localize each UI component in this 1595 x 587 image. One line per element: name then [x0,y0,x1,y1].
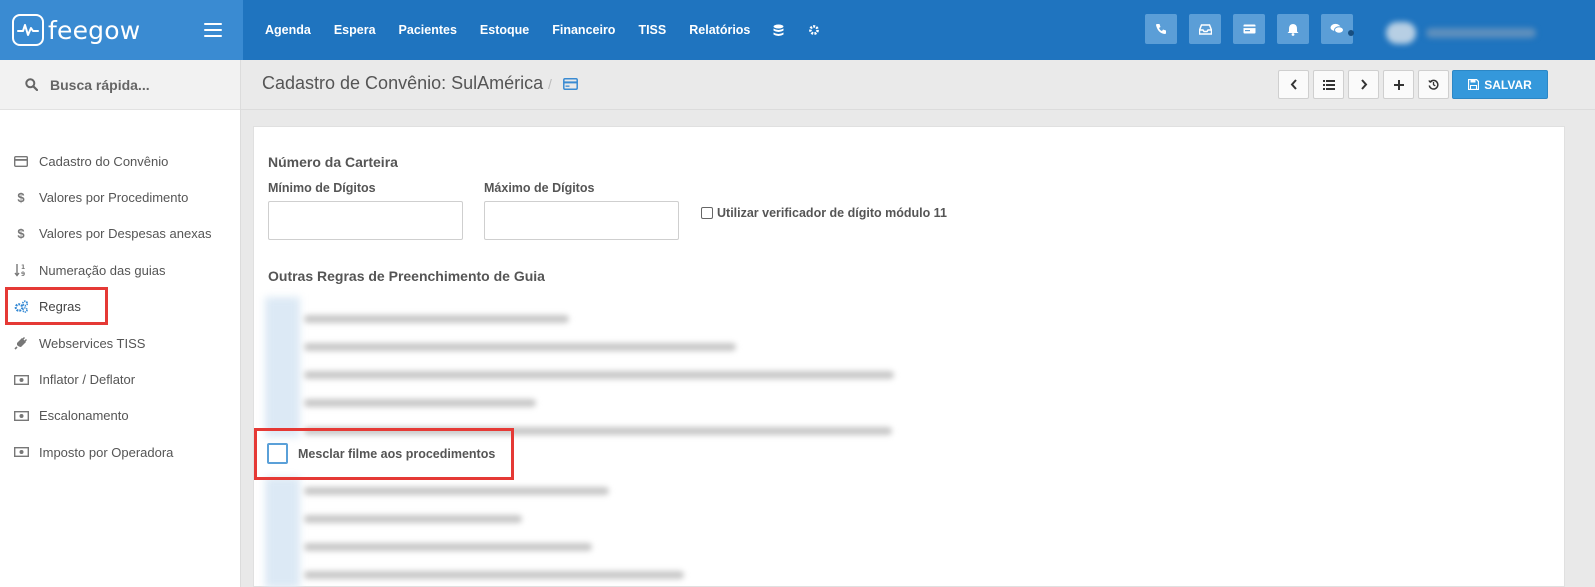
list-button[interactable] [1313,70,1344,99]
record-nav-buttons [1278,70,1453,99]
nav-pacientes[interactable]: Pacientes [399,23,457,37]
redacted-rule-line [304,543,592,551]
previous-button[interactable] [1278,70,1309,99]
redacted-rule-line [304,399,536,407]
chevron-right-icon [1360,79,1367,90]
nav-tiss[interactable]: TISS [638,23,666,37]
sidebar-item-label: Inflator / Deflator [39,372,136,388]
page-title: Cadastro de Convênio: SulAmérica [262,73,544,93]
sidebar: Busca rápida... Cadastro do Convênio $ V… [0,60,241,587]
main-nav: Agenda Espera Pacientes Estoque Financei… [265,0,844,60]
nav-agenda[interactable]: Agenda [265,23,311,37]
avatar[interactable] [1386,22,1416,44]
search-icon [25,78,38,91]
save-button[interactable]: SALVAR [1452,70,1548,99]
redacted-checkbox-column [265,297,300,437]
top-navbar: Agenda Espera Pacientes Estoque Financei… [243,0,1595,60]
highlight-box-mesclar [254,428,514,480]
credit-card-icon [563,77,578,95]
sidebar-item-label: Webservices TISS [39,335,146,351]
sidebar-item-label: Valores por Despesas anexas [39,226,212,242]
sidebar-item-numeracao[interactable]: 19 Numeração das guias [0,252,240,288]
chevron-left-icon [1290,79,1297,90]
redacted-rule-line [304,571,684,579]
dollar-icon: $ [17,226,25,242]
max-digits-input[interactable] [484,201,679,240]
sidebar-item-valores-despesas[interactable]: $ Valores por Despesas anexas [0,216,240,252]
sort-numeric-icon: 19 [13,262,29,278]
mod11-checkbox-box[interactable] [701,207,713,219]
logo-icon [12,14,44,46]
mod11-checkbox[interactable]: Utilizar verificador de dígito módulo 11 [701,206,947,220]
database-icon[interactable] [773,24,784,37]
sidebar-item-label: Imposto por Operadora [39,444,174,460]
sidebar-item-escalonamento[interactable]: Escalonamento [0,398,240,434]
sidebar-item-webservices[interactable]: Webservices TISS [0,325,240,361]
sidebar-item-label: Valores por Procedimento [39,190,189,206]
nav-estoque[interactable]: Estoque [480,23,529,37]
money-icon [13,408,29,424]
top-action-buttons [1145,14,1365,44]
redacted-rule-line [304,343,736,351]
search-input[interactable]: Busca rápida... [50,77,150,93]
sidebar-item-valores-procedimento[interactable]: $ Valores por Procedimento [0,179,240,215]
sidebar-item-imposto[interactable]: Imposto por Operadora [0,434,240,470]
nav-espera[interactable]: Espera [334,23,376,37]
sidebar-item-label: Numeração das guias [39,262,166,278]
sidebar-item-cadastro[interactable]: Cadastro do Convênio [0,143,240,179]
breadcrumb-separator: / [548,76,552,92]
history-icon [1428,79,1439,90]
nav-relatorios[interactable]: Relatórios [689,23,750,37]
dollar-icon: $ [17,190,25,206]
redacted-checkbox-column [265,477,300,587]
hamburger-menu-icon[interactable] [204,23,222,37]
user-menu[interactable] [1348,22,1536,44]
history-button[interactable] [1418,70,1449,99]
max-digits-label: Máximo de Dígitos [484,181,595,195]
save-button-label: SALVAR [1484,77,1532,92]
money-icon [13,444,29,460]
mod11-checkbox-label: Utilizar verificador de dígito módulo 11 [717,206,947,220]
credit-card-icon [13,153,29,169]
page-header: Cadastro de Convênio: SulAmérica / SALVA… [241,60,1595,110]
card-number-section-title: Número da Carteira [268,154,398,170]
redacted-rule-line [304,487,609,495]
redacted-rule-line [304,371,894,379]
plug-icon [13,335,29,351]
user-name-blurred [1426,28,1536,38]
bell-icon[interactable] [1277,14,1309,44]
svg-text:1: 1 [21,264,25,271]
card-icon[interactable] [1233,14,1265,44]
gear-icon[interactable] [808,24,820,36]
money-icon [13,372,29,388]
sidebar-item-label: Cadastro do Convênio [39,153,169,169]
sidebar-item-inflator[interactable]: Inflator / Deflator [0,361,240,397]
min-digits-label: Mínimo de Dígitos [268,181,376,195]
plus-icon [1393,79,1404,90]
other-rules-section-title: Outras Regras de Preenchimento de Guia [268,268,545,284]
phone-icon[interactable] [1145,14,1177,44]
status-dot [1348,30,1354,36]
sidebar-item-label: Escalonamento [39,408,129,424]
min-digits-input[interactable] [268,201,463,240]
form-panel: Número da Carteira Mínimo de Dígitos Máx… [253,126,1565,587]
list-icon [1322,79,1335,90]
nav-financeiro[interactable]: Financeiro [552,23,615,37]
highlight-box-regras [5,287,108,325]
svg-text:9: 9 [21,271,25,277]
quick-search[interactable]: Busca rápida... [0,60,240,110]
redacted-rule-line [304,515,522,523]
brand-area: feegow [0,0,243,60]
next-button[interactable] [1348,70,1379,99]
floppy-icon [1468,79,1480,90]
redacted-rule-line [304,315,569,323]
add-button[interactable] [1383,70,1414,99]
inbox-icon[interactable] [1189,14,1221,44]
logo-text: feegow [48,15,141,45]
